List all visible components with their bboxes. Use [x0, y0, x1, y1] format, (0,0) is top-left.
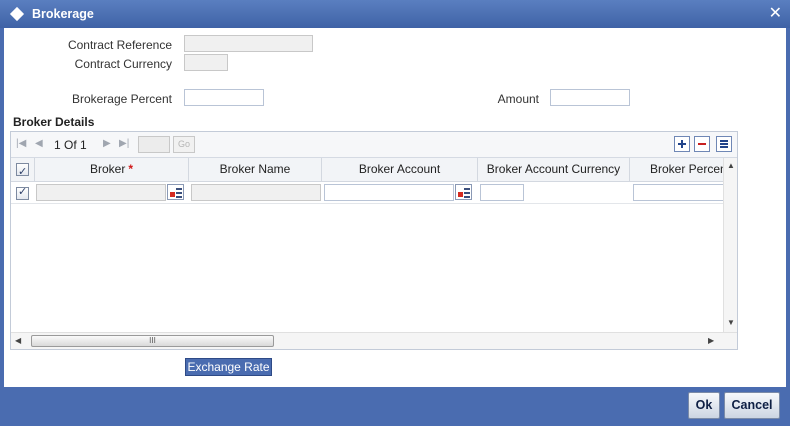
title-bar: Brokerage ✕ [0, 0, 790, 28]
contract-currency-label: Contract Currency [74, 57, 172, 71]
ok-button[interactable]: Ok [688, 392, 720, 419]
table-row [11, 182, 723, 204]
page-of-label: Of [64, 138, 77, 152]
current-page: 1 [54, 138, 61, 152]
broker-details-grid: |◀ ◀ 1 Of 1 ▶ ▶| Go Broker* Broker Name [10, 131, 738, 350]
broker-account-lov-icon[interactable] [455, 184, 472, 200]
last-page-icon[interactable]: ▶| [119, 138, 129, 149]
scroll-right-icon[interactable]: ▶ [708, 336, 714, 345]
broker-details-title: Broker Details [13, 115, 95, 129]
contract-currency-field[interactable] [184, 54, 228, 71]
grid-toolbar: |◀ ◀ 1 Of 1 ▶ ▶| Go [11, 132, 737, 158]
grid-header: Broker* Broker Name Broker Account Broke… [11, 158, 723, 182]
broker-account-currency-field[interactable] [480, 184, 524, 201]
add-row-icon[interactable] [674, 136, 690, 152]
total-pages: 1 [80, 138, 87, 152]
broker-field[interactable] [36, 184, 166, 201]
required-marker: * [128, 162, 133, 176]
column-header-broker-account[interactable]: Broker Account [322, 158, 478, 182]
amount-field[interactable] [550, 89, 630, 106]
select-all-checkbox[interactable] [16, 161, 29, 182]
cancel-button[interactable]: Cancel [724, 392, 780, 419]
amount-label: Amount [497, 92, 539, 106]
vertical-scrollbar[interactable]: ▲ ▼ [723, 158, 737, 332]
scroll-left-icon[interactable]: ◀ [15, 336, 21, 345]
scroll-thumb[interactable]: III [31, 335, 274, 347]
contract-reference-field[interactable] [184, 35, 313, 52]
frame-right-border [786, 28, 790, 388]
first-page-icon[interactable]: |◀ [16, 138, 26, 149]
page-number-input[interactable] [138, 136, 170, 153]
broker-name-field[interactable] [191, 184, 321, 201]
column-header-broker-name[interactable]: Broker Name [189, 158, 322, 182]
scroll-down-icon[interactable]: ▼ [727, 318, 735, 327]
page-info: 1 Of 1 [54, 138, 87, 152]
broker-lov-icon[interactable] [167, 184, 184, 200]
column-header-broker-account-currency[interactable]: Broker Account Currency [478, 158, 630, 182]
frame-left-border [0, 28, 4, 388]
broker-account-field[interactable] [324, 184, 454, 201]
contract-reference-label: Contract Reference [67, 38, 172, 52]
column-header-broker-percentage[interactable]: Broker Percentage [630, 158, 723, 182]
window-title: Brokerage [32, 7, 94, 21]
next-page-icon[interactable]: ▶ [103, 138, 111, 149]
row-select-checkbox[interactable] [16, 185, 29, 200]
column-header-broker[interactable]: Broker * [35, 158, 189, 182]
delete-row-icon[interactable] [694, 136, 710, 152]
brokerage-percent-label: Brokerage Percent [71, 92, 172, 106]
footer-bar [0, 387, 790, 426]
brokerage-percent-field[interactable] [184, 89, 264, 106]
single-view-icon[interactable] [716, 136, 732, 152]
close-icon[interactable]: ✕ [769, 3, 782, 23]
previous-page-icon[interactable]: ◀ [35, 138, 43, 149]
scroll-up-icon[interactable]: ▲ [727, 161, 735, 170]
select-all-cell [11, 158, 35, 182]
broker-percentage-field[interactable] [633, 184, 723, 201]
window-diamond-icon [9, 6, 25, 22]
exchange-rate-button[interactable]: Exchange Rate [185, 358, 272, 376]
broker-header-label: Broker [89, 162, 126, 176]
horizontal-scrollbar[interactable]: ◀ III ▶ [11, 332, 737, 349]
go-button[interactable]: Go [173, 136, 195, 153]
